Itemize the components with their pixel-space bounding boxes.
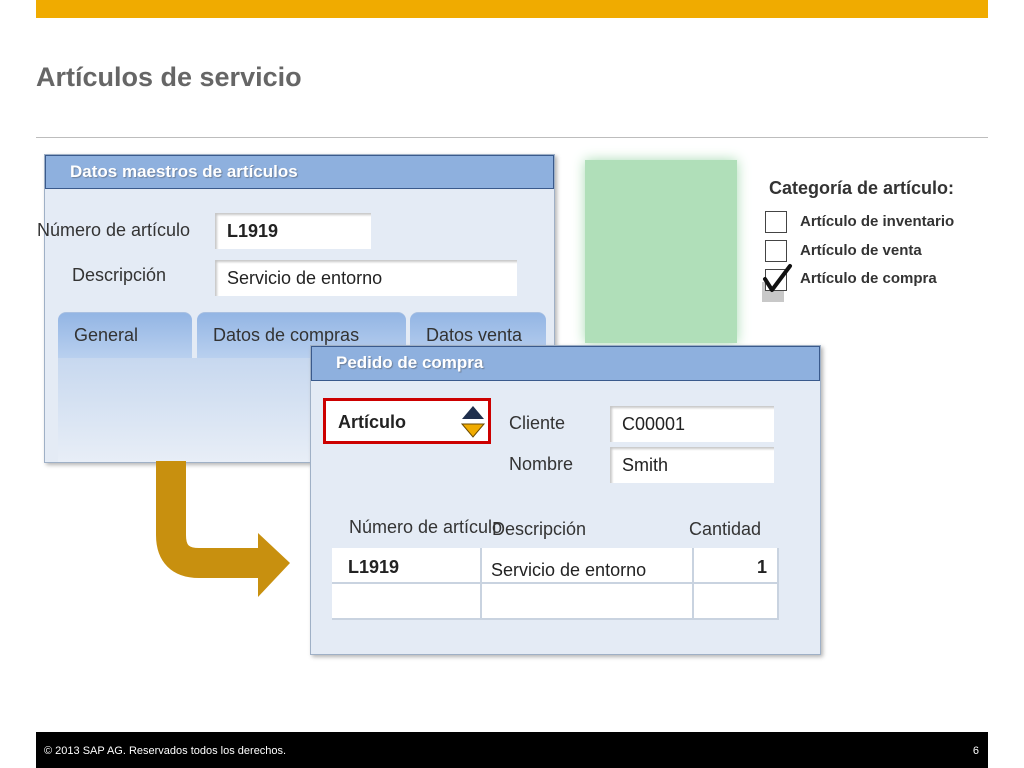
arrow-down-right-icon — [156, 461, 290, 597]
sales-item-checkbox[interactable] — [765, 240, 787, 262]
tab-general[interactable]: General — [58, 312, 192, 358]
footer-bar: © 2013 SAP AG. Reservados todos los dere… — [36, 732, 988, 768]
document-type-selector[interactable]: Artículo — [323, 398, 491, 444]
item-number-field[interactable]: L1919 — [215, 213, 371, 249]
up-down-arrows-icon[interactable] — [460, 404, 486, 440]
table-cell-item[interactable]: L1919 — [332, 548, 482, 584]
line-items-table: L1919 Servicio de entorno 1 — [332, 548, 779, 620]
col-header-quantity: Cantidad — [689, 519, 762, 539]
table-cell-quantity[interactable]: 1 — [694, 548, 779, 584]
purchase-order-header: Pedido de compra — [311, 346, 820, 381]
inventory-item-checkbox[interactable] — [765, 211, 787, 233]
table-cell-description[interactable]: Servicio de entorno — [482, 548, 694, 584]
title-divider — [36, 137, 988, 138]
lawn-mower-photo — [585, 160, 737, 343]
name-field[interactable]: Smith — [610, 447, 774, 483]
top-accent-bar — [36, 0, 988, 18]
description-label: Descripción — [72, 265, 167, 285]
description-field[interactable]: Servicio de entorno — [215, 260, 517, 296]
page-number: 6 — [972, 745, 979, 757]
checkmark-icon — [763, 264, 792, 292]
customer-label: Cliente — [509, 413, 566, 433]
name-label: Nombre — [509, 454, 574, 474]
col-header-description: Descripción — [492, 519, 587, 539]
sales-item-label: Artículo de venta — [800, 242, 922, 259]
document-type-value: Artículo — [338, 412, 407, 432]
table-cell-quantity[interactable] — [694, 584, 779, 620]
item-master-header: Datos maestros de artículos — [45, 155, 554, 189]
customer-field[interactable]: C00001 — [610, 406, 774, 442]
slide-title: Artículos de servicio — [36, 62, 302, 92]
table-cell-description[interactable] — [482, 584, 694, 620]
table-cell-item[interactable] — [332, 584, 482, 620]
purchase-item-label: Artículo de compra — [800, 270, 937, 287]
item-category-title: Categoría de artículo: — [769, 178, 955, 198]
copyright-text: © 2013 SAP AG. Reservados todos los dere… — [44, 745, 287, 757]
inventory-item-label: Artículo de inventario — [800, 213, 955, 230]
item-number-label: Número de artículo — [37, 220, 191, 240]
col-header-item-number: Número de artículo — [349, 517, 503, 537]
